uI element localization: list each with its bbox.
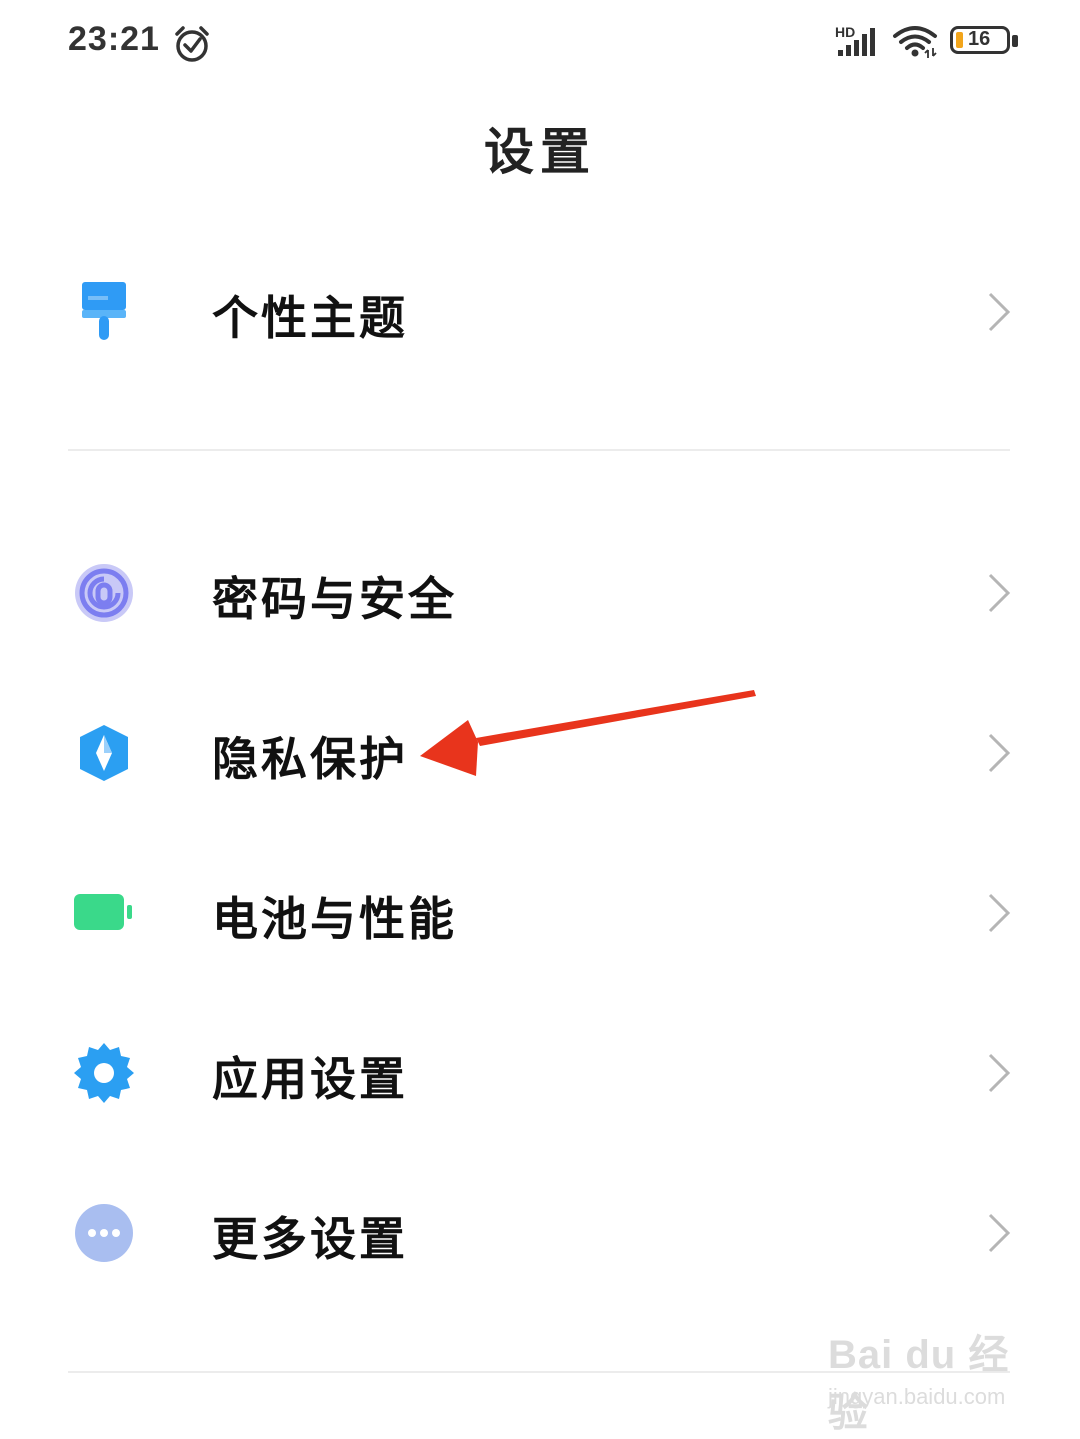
chevron-right-icon <box>988 573 1011 613</box>
settings-item-more-settings[interactable]: 更多设置 <box>0 1163 1080 1303</box>
signal-icon <box>838 28 875 56</box>
watermark-logo: Bai du 经验 <box>828 1333 1010 1435</box>
baidu-jingyan-watermark: Bai du 经验 jingyan.baidu.com <box>828 1322 1028 1435</box>
settings-item-app-settings[interactable]: 应用设置 <box>0 1003 1080 1143</box>
fingerprint-icon <box>75 564 133 622</box>
settings-item-label: 隐私保护 <box>212 732 408 786</box>
more-dots-icon <box>75 1204 133 1262</box>
status-bar: 23:21 HD 16 <box>0 0 1080 90</box>
settings-item-label: 电池与性能 <box>212 892 457 946</box>
annotation-arrow <box>420 690 756 776</box>
settings-item-label: 个性主题 <box>212 291 408 345</box>
page-title: 设置 <box>484 123 596 181</box>
gear-icon <box>74 1043 134 1103</box>
settings-item-password-security[interactable]: 密码与安全 <box>0 523 1080 663</box>
settings-item-theme[interactable]: 个性主题 <box>0 242 1080 382</box>
privacy-shield-icon <box>80 725 128 781</box>
battery-icon <box>74 894 132 930</box>
watermark-url: jingyan.baidu.com <box>828 1384 1006 1409</box>
chevron-right-icon <box>988 893 1011 933</box>
settings-item-label: 密码与安全 <box>212 572 457 626</box>
wifi-icon <box>893 26 937 58</box>
section-divider <box>68 449 1010 451</box>
settings-item-label: 更多设置 <box>212 1212 408 1266</box>
chevron-right-icon <box>988 733 1011 773</box>
settings-item-battery-performance[interactable]: 电池与性能 <box>0 843 1080 983</box>
theme-brush-icon <box>82 282 126 340</box>
chevron-right-icon <box>988 1213 1011 1253</box>
status-time: 23:21 <box>68 20 160 58</box>
chevron-right-icon <box>988 1053 1011 1093</box>
settings-item-label: 应用设置 <box>212 1052 408 1106</box>
battery-level: 16 <box>968 28 991 50</box>
chevron-right-icon <box>988 292 1011 332</box>
battery-status-icon: 16 <box>950 26 1022 58</box>
alarm-icon <box>175 26 209 62</box>
